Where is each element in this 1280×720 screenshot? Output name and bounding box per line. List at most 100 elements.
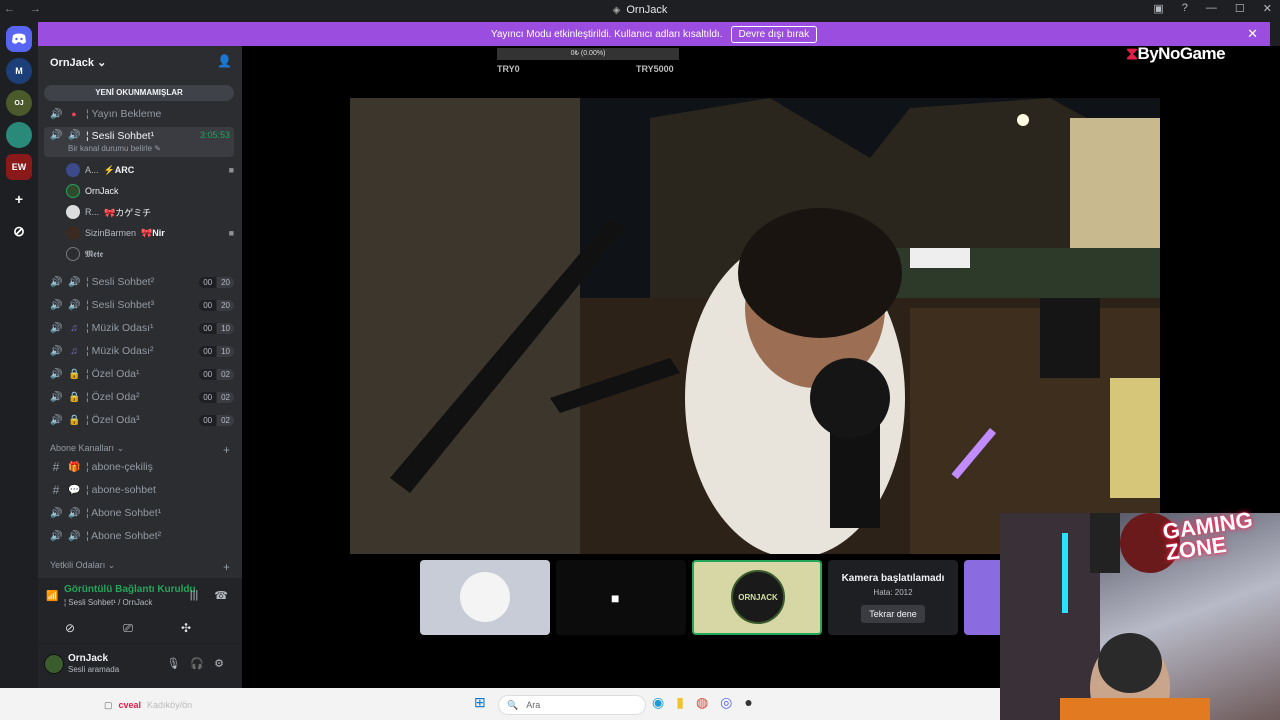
user-count-badge: 00 20 [199,276,234,288]
disable-streamer-mode-button[interactable]: Devre dışı bırak [730,25,818,43]
voice-user[interactable]: 𝕸𝖊𝖙𝖊 [66,244,234,264]
server-m[interactable]: M [6,58,32,84]
channel-sesli-sohbet-2[interactable]: 🔊 🔊 ¦ Sesli Sohbet² 00 20 [50,272,234,292]
user-count-badge: 00 10 [199,345,234,357]
window-title: ◈ OrnJack [613,4,668,16]
channel-label: ¦ abone-çekiliş [86,461,153,473]
camera-icon: ■ [611,590,620,606]
channel-status-set[interactable]: Bir kanal durumu belirle ✎ [68,144,161,153]
user-count-badge: 00 02 [199,414,234,426]
server-ornjack[interactable]: OJ [6,90,32,116]
signal-icon[interactable]: 📶 [46,591,58,602]
chevron-down-icon: ⌄ [107,560,116,570]
taskbar-app-label[interactable]: ▢ cveal Kadıköy/ön [104,700,192,711]
noise-suppression-icon[interactable]: ||| [190,589,199,602]
channel-ozel-oda-3[interactable]: 🔊 🔒 ¦ Özel Oda³ 00 02 [50,410,234,430]
category-label: Abone Kanalları [50,443,115,453]
channel-label: ¦ Özel Oda³ [86,414,140,426]
channel-ozel-oda-2[interactable]: 🔊 🔒 ¦ Özel Oda² 00 02 [50,387,234,407]
edge-icon[interactable]: ◉ [652,694,664,711]
nav-arrows[interactable]: ← → [4,3,47,15]
disconnect-icon[interactable]: ☎ [214,589,228,602]
add-server-icon[interactable]: + [6,186,32,212]
channel-yayin-bekleme[interactable]: 🔊 ● ¦ Yayın Bekleme [50,104,234,124]
video-scene [350,98,1160,554]
channel-muzik-odasi-1[interactable]: 🔊 ♫ ¦ Müzik Odası¹ 00 10 [50,318,234,338]
speaker-icon: 🔊 [50,391,63,403]
taskbar-search[interactable]: 🔍 Ara [498,695,646,715]
app-logo-icon: ◈ [612,4,621,16]
channel-ozel-oda-1[interactable]: 🔊 🔒 ¦ Özel Oda¹ 00 02 [50,364,234,384]
channel-label: ¦ Müzik Odası¹ [86,322,154,334]
channel-abone-sohbet[interactable]: # 💬 ¦ abone-sohbet [50,480,234,500]
user-tag: ⚡ARC [103,164,135,175]
close-button[interactable]: ✕ [1263,2,1272,15]
participant-tile-active[interactable]: ORNJACK [692,560,822,635]
main-video-feed[interactable] [350,98,1160,554]
add-channel-icon[interactable]: + [223,443,230,457]
obs-icon[interactable]: ● [744,694,752,711]
avatar [66,163,80,177]
explore-icon[interactable]: ⊘ [6,218,32,244]
discord-icon[interactable]: ◎ [720,694,732,711]
category-yetkili-odalari[interactable]: Yetkili Odaları ⌄ + [50,560,230,574]
banner-close-icon[interactable]: ✕ [1247,26,1258,42]
voice-user[interactable]: R... 🎀カゲミチ [66,202,234,222]
speaker-icon: 🔊 [50,299,63,311]
voice-status: Görüntülü Bağlantı Kuruldu [64,584,196,595]
maximize-button[interactable]: ☐ [1235,2,1245,15]
avatar[interactable] [44,654,64,674]
participant-tile[interactable] [420,560,550,635]
donation-progress: 0₺ (0.00%) [497,48,679,60]
voice-user[interactable]: OrnJack [66,181,234,201]
category-abone-kanallari[interactable]: Abone Kanalları ⌄ + [50,443,230,457]
music-icon: ♫ [70,345,78,357]
server-name-dropdown[interactable]: OrnJack ⌄ [50,56,106,69]
add-channel-icon[interactable]: + [223,560,230,574]
windows-start-icon[interactable]: ⊞ [474,694,486,711]
channel-abone-cekilis[interactable]: # 🎁 ¦ abone-çekiliş [50,457,234,477]
user-tag: 🎀カゲミチ [104,207,152,218]
camera-error-title: Kamera başlatılamadı [841,572,945,584]
retry-button[interactable]: Tekrar dene [861,604,925,623]
minimize-button[interactable]: — [1206,2,1217,15]
user-name: OrnJack [68,653,109,664]
participant-tile[interactable] [964,560,1004,635]
activities-button[interactable]: ✣ [160,616,212,640]
help-icon[interactable]: ? [1182,2,1188,15]
headphones-icon[interactable]: 🎧 [190,657,204,670]
server-ew[interactable]: EW [6,154,32,180]
inbox-icon[interactable]: ▣ [1153,2,1163,15]
window-controls: ▣ ? — ☐ ✕ [1153,2,1272,15]
lock-icon: 🔒 [68,391,81,403]
user-name: OrnJack [85,186,119,196]
discord-home-icon[interactable] [6,26,32,52]
participant-tile[interactable]: ■ [556,560,686,635]
voice-buttons: ⊘ ⎚ ✣ ♪ [44,616,270,640]
channel-sesli-sohbet-1[interactable]: 🔊 🔊 ¦ Sesli Sohbet¹ 3:05:53 Bir kanal du… [44,127,234,157]
taskbar: ▢ cveal Kadıköy/ön ⊞ 🔍 Ara ◉ ▮ ◍ ◎ ● [0,688,1000,720]
channel-abone-sohbet-1[interactable]: 🔊 🔊 ¦ Abone Sohbet¹ [50,503,234,523]
camera-off-button[interactable]: ⊘ [44,616,96,640]
screen-share-button[interactable]: ⎚ [102,616,154,640]
channel-muzik-odasi-2[interactable]: 🔊 ♫ ¦ Müzik Odası² 00 10 [50,341,234,361]
microphone-icon[interactable]: 🎙 [166,657,180,670]
folder-icon[interactable]: ▮ [676,694,684,711]
voice-channel-sub[interactable]: ¦ Sesli Sohbet¹ / OrnJack [64,598,152,607]
category-label: Yetkili Odaları [50,560,106,570]
add-member-icon[interactable]: 👤 [217,54,232,68]
server-globe[interactable] [6,122,32,148]
chrome-icon[interactable]: ◍ [696,694,708,711]
participant-tiles: ■ ORNJACK Kamera başlatılamadı Hata: 201… [420,560,1004,635]
taskbar-pinned: ◉ ▮ ◍ ◎ ● [652,694,753,711]
avatar [66,184,80,198]
gear-icon[interactable]: ⚙ [214,657,224,670]
channel-abone-sohbet-2[interactable]: 🔊 🔊 ¦ Abone Sohbet² [50,526,234,546]
channel-sesli-sohbet-3[interactable]: 🔊 🔊 ¦ Sesli Sohbet³ 00 20 [50,295,234,315]
voice-user[interactable]: A... ⚡ARC ■ [66,160,234,180]
channel-label: ¦ Sesli Sohbet² [86,276,155,288]
bynogame-text: ByNoGame [1137,44,1226,63]
unread-button[interactable]: YENİ OKUNMAMIŞLAR [44,85,234,101]
voice-user[interactable]: SizinBarmen 🎀Nir ■ [66,223,234,243]
avatar [66,226,80,240]
